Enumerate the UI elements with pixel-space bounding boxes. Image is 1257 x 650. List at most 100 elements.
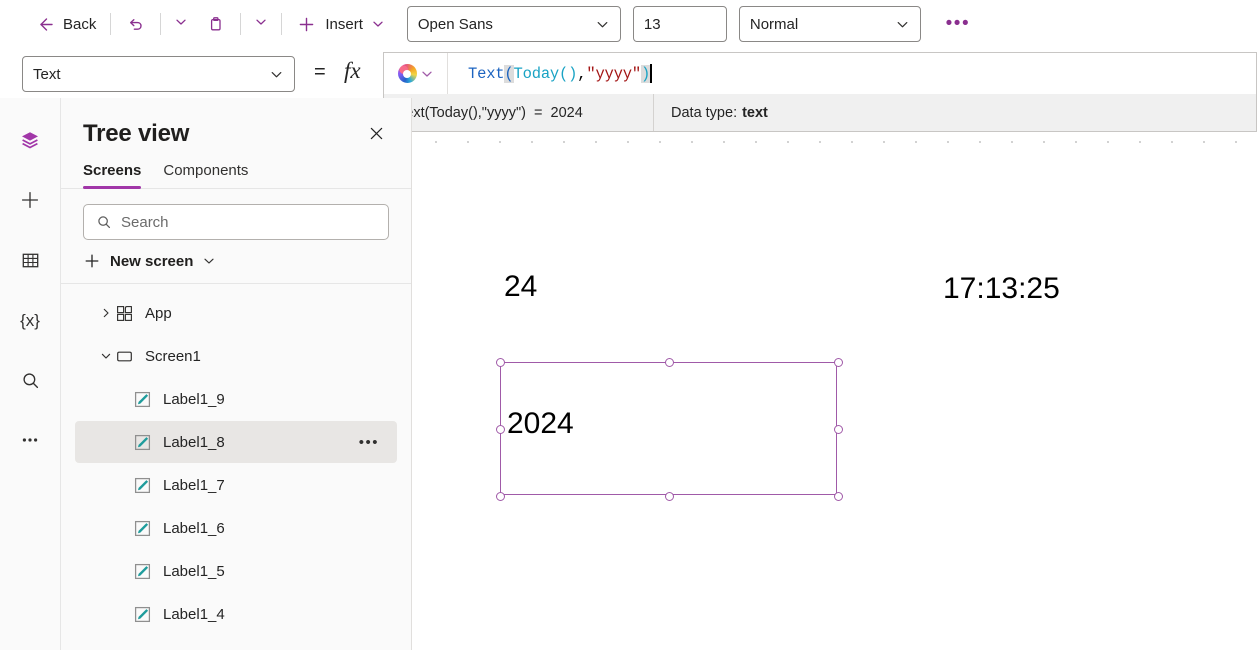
table-icon bbox=[20, 250, 41, 271]
paste-dropdown-button[interactable] bbox=[249, 10, 273, 38]
font-size-input[interactable]: 13 bbox=[633, 6, 727, 42]
variables-icon: {x} bbox=[20, 312, 40, 329]
tab-components[interactable]: Components bbox=[163, 162, 248, 188]
font-weight-select[interactable]: Normal bbox=[739, 6, 921, 42]
screen-icon bbox=[115, 347, 145, 366]
divider bbox=[240, 13, 241, 35]
plus-icon bbox=[83, 252, 101, 270]
formula-result-expression: Text(Today(),"yyyy") = 2024 bbox=[384, 94, 654, 131]
tree-view-header: Tree view bbox=[61, 98, 411, 148]
tree-node-label: Label1_7 bbox=[163, 477, 225, 494]
label-icon bbox=[133, 562, 163, 581]
chevron-down-icon bbox=[420, 67, 434, 81]
tree-node-more-button[interactable]: ••• bbox=[359, 434, 383, 451]
data-type-label: Data type: bbox=[671, 105, 737, 121]
insert-button[interactable]: Insert bbox=[290, 8, 391, 40]
font-weight-value: Normal bbox=[750, 16, 895, 33]
search-icon bbox=[20, 370, 41, 391]
tree-node-label1-5[interactable]: Label1_5 bbox=[75, 550, 397, 592]
tree-node-label1-4[interactable]: Label1_4 bbox=[75, 593, 397, 635]
rail-item-data[interactable] bbox=[8, 236, 52, 284]
tree-node-label1-9[interactable]: Label1_9 bbox=[75, 378, 397, 420]
rail-item-variables[interactable]: {x} bbox=[8, 296, 52, 344]
undo-icon bbox=[125, 14, 146, 35]
fx-icon: fx bbox=[344, 58, 361, 84]
resize-handle-n[interactable] bbox=[665, 358, 674, 367]
tree-view-panel: Tree view Screens Components bbox=[61, 98, 412, 650]
tree-node-label1-7[interactable]: Label1_7 bbox=[75, 464, 397, 506]
resize-handle-se[interactable] bbox=[834, 492, 843, 501]
copilot-button[interactable] bbox=[384, 53, 448, 94]
chevron-down-icon bbox=[269, 67, 284, 82]
chevron-right-icon[interactable] bbox=[97, 307, 115, 319]
label-icon bbox=[133, 390, 163, 409]
chevron-down-icon bbox=[174, 15, 188, 34]
chevron-down-icon[interactable] bbox=[97, 350, 115, 362]
back-button[interactable]: Back bbox=[28, 8, 102, 40]
formula-token-close-paren: ) bbox=[641, 65, 650, 83]
tree-node-label1-6[interactable]: Label1_6 bbox=[75, 507, 397, 549]
layers-icon bbox=[19, 129, 41, 151]
property-value: Text bbox=[33, 66, 269, 83]
canvas-label-2024[interactable]: 2024 bbox=[507, 407, 574, 441]
property-select[interactable]: Text bbox=[22, 56, 295, 92]
undo-button[interactable] bbox=[119, 8, 152, 40]
tree-view-tabs: Screens Components bbox=[61, 148, 411, 189]
new-screen-button[interactable]: New screen bbox=[61, 240, 411, 284]
page-title: Tree view bbox=[83, 120, 189, 148]
tree-node-label: Label1_5 bbox=[163, 563, 225, 580]
search-row: Search bbox=[61, 189, 411, 240]
rail-item-insert[interactable] bbox=[8, 176, 52, 224]
tree-node-app[interactable]: App bbox=[75, 292, 397, 334]
resize-handle-ne[interactable] bbox=[834, 358, 843, 367]
rail-item-search[interactable] bbox=[8, 356, 52, 404]
formula-token-comma: , bbox=[577, 65, 586, 83]
rail-item-tree-view[interactable] bbox=[8, 116, 52, 164]
formula-input[interactable]: Text(Today(),"yyyy") bbox=[448, 53, 1256, 94]
command-bar: Back bbox=[0, 0, 1257, 48]
resize-handle-nw[interactable] bbox=[496, 358, 505, 367]
chevron-down-icon bbox=[254, 15, 268, 34]
tab-screens-label: Screens bbox=[83, 162, 141, 179]
canvas-label-time[interactable]: 17:13:25 bbox=[943, 272, 1060, 306]
resize-handle-w[interactable] bbox=[496, 425, 505, 434]
arrow-left-icon bbox=[34, 14, 55, 35]
formula-input-wrapper: Text(Today(),"yyyy") bbox=[383, 52, 1257, 94]
more-icon: ••• bbox=[946, 13, 970, 35]
resize-handle-e[interactable] bbox=[834, 425, 843, 434]
search-placeholder: Search bbox=[121, 214, 169, 231]
tree-node-label: Label1_4 bbox=[163, 606, 225, 623]
canvas-label-24[interactable]: 24 bbox=[504, 270, 537, 304]
tree-node-screen1[interactable]: Screen1 bbox=[75, 335, 397, 377]
tab-screens[interactable]: Screens bbox=[83, 162, 141, 188]
canvas-grid-ruler bbox=[412, 136, 1257, 144]
left-rail: {x} bbox=[0, 98, 61, 650]
divider bbox=[110, 13, 111, 35]
copilot-icon bbox=[398, 64, 417, 83]
rail-item-more[interactable] bbox=[8, 416, 52, 464]
close-panel-button[interactable] bbox=[363, 120, 389, 146]
data-type-info: Data type: text bbox=[654, 105, 768, 121]
undo-dropdown-button[interactable] bbox=[169, 10, 193, 38]
search-input[interactable]: Search bbox=[83, 204, 389, 240]
plus-icon bbox=[296, 14, 317, 35]
font-family-select[interactable]: Open Sans bbox=[407, 6, 621, 42]
tree-node-label: Screen1 bbox=[145, 348, 201, 365]
tree-node-label1-8[interactable]: Label1_8 ••• bbox=[75, 421, 397, 463]
tree-node-label: Label1_6 bbox=[163, 520, 225, 537]
insert-label: Insert bbox=[325, 16, 363, 33]
tree-node-label: App bbox=[145, 305, 172, 322]
app-icon bbox=[115, 304, 145, 323]
selection-box[interactable]: 2024 bbox=[500, 362, 837, 495]
powerapps-studio: Back bbox=[0, 0, 1257, 650]
app-canvas[interactable]: 24 17:13:25 2024 bbox=[412, 132, 1257, 650]
resize-handle-s[interactable] bbox=[665, 492, 674, 501]
resize-handle-sw[interactable] bbox=[496, 492, 505, 501]
chevron-down-icon bbox=[202, 254, 216, 268]
plus-icon bbox=[19, 189, 41, 211]
command-overflow-button[interactable]: ••• bbox=[943, 9, 973, 39]
tab-components-label: Components bbox=[163, 162, 248, 179]
paste-button[interactable] bbox=[199, 8, 232, 40]
formula-token-string: "yyyy" bbox=[586, 65, 641, 83]
data-type-value: text bbox=[742, 105, 768, 121]
